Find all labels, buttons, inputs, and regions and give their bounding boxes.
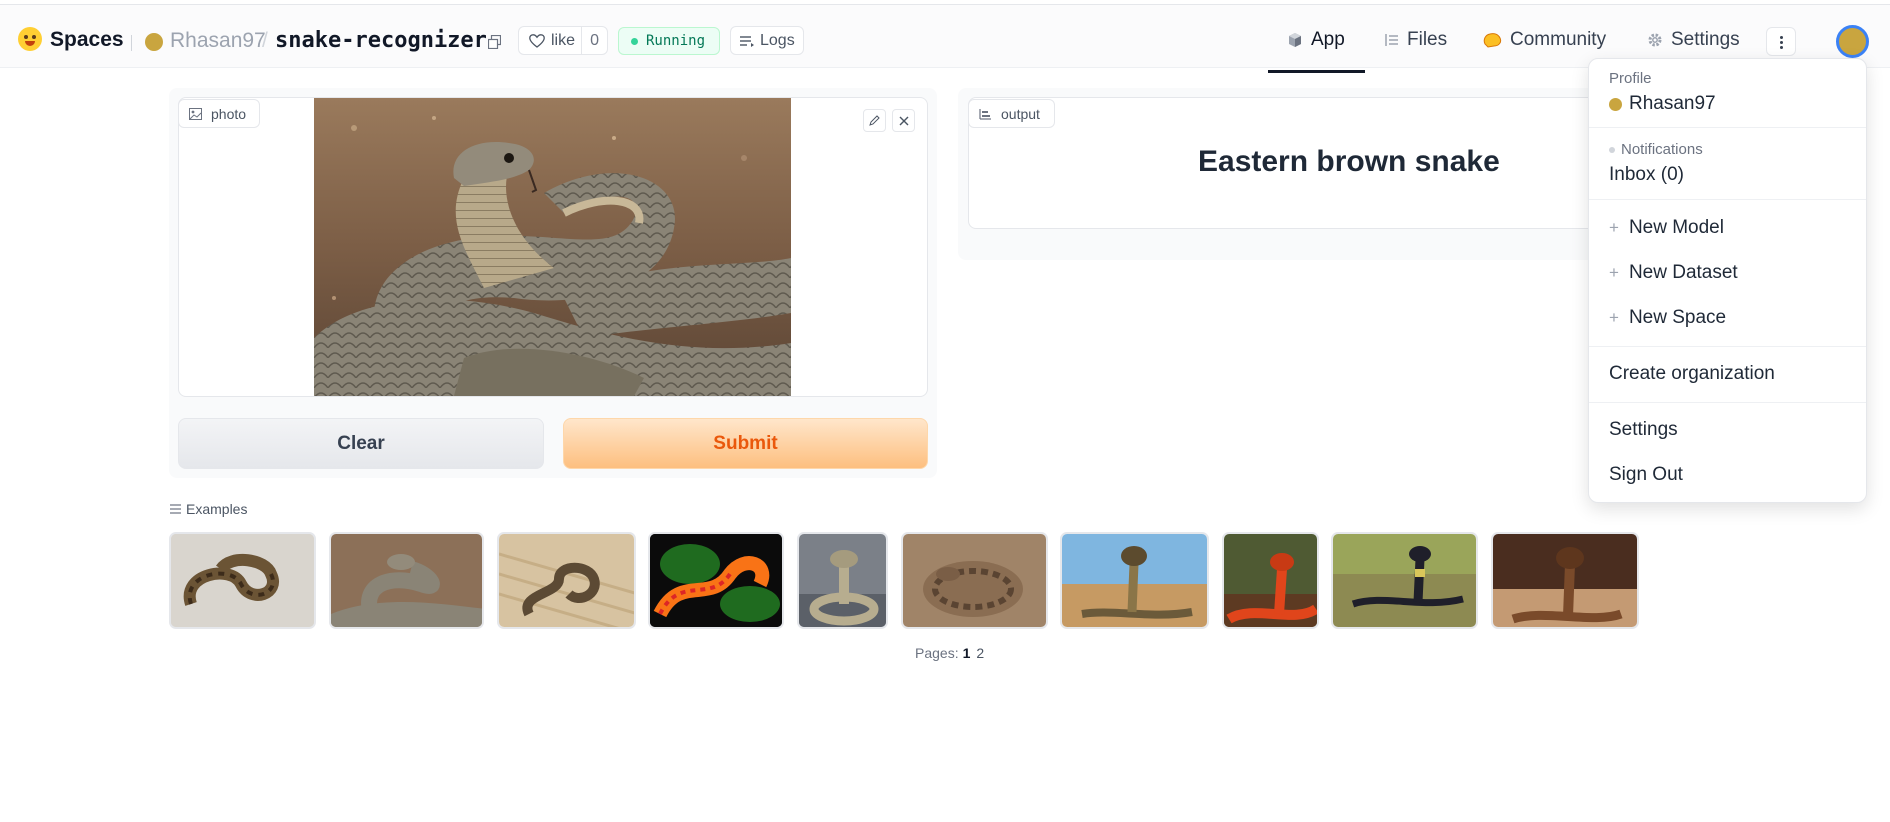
new-dataset-label: New Dataset bbox=[1628, 262, 1738, 283]
uploaded-snake-photo bbox=[314, 98, 791, 396]
user-avatar-button[interactable] bbox=[1836, 25, 1869, 58]
photo-label-chip: photo bbox=[178, 99, 260, 128]
header-divider bbox=[131, 35, 132, 51]
menu-item-inbox[interactable]: Inbox (0) bbox=[1609, 164, 1684, 186]
files-icon bbox=[1385, 34, 1398, 46]
menu-divider bbox=[1589, 127, 1866, 128]
cube-icon bbox=[1289, 33, 1301, 47]
menu-divider bbox=[1589, 346, 1866, 347]
tab-settings[interactable]: Settings bbox=[1647, 29, 1740, 51]
plus-icon: + bbox=[1609, 308, 1619, 327]
pagination: Pages: 1 2 bbox=[915, 645, 984, 661]
kebab-dot bbox=[1780, 36, 1783, 39]
label-icon bbox=[979, 108, 991, 120]
example-thumbnail[interactable] bbox=[1222, 532, 1319, 629]
heart-icon bbox=[529, 33, 545, 48]
pencil-icon bbox=[869, 115, 880, 126]
status-dot-icon bbox=[631, 37, 638, 45]
menu-item-new-dataset[interactable]: + New Dataset bbox=[1609, 262, 1738, 284]
example-thumbnail[interactable] bbox=[901, 532, 1048, 629]
tab-app[interactable]: App bbox=[1287, 29, 1345, 51]
like-label: like bbox=[551, 31, 576, 49]
new-space-label: New Space bbox=[1628, 307, 1727, 328]
notification-dot-icon bbox=[1609, 147, 1615, 154]
tab-files-label: Files bbox=[1407, 29, 1448, 50]
clear-button[interactable]: Clear bbox=[178, 418, 544, 469]
spaces-link[interactable]: Spaces bbox=[50, 28, 124, 52]
menu-item-new-space[interactable]: + New Space bbox=[1609, 307, 1726, 329]
notifications-heading: Notifications bbox=[1609, 141, 1703, 158]
example-thumbnail[interactable] bbox=[497, 532, 636, 629]
example-thumbnail[interactable] bbox=[169, 532, 316, 629]
owner-avatar[interactable] bbox=[145, 33, 163, 51]
clear-image-button[interactable] bbox=[892, 109, 915, 132]
image-icon bbox=[189, 107, 202, 120]
hugging-face-logo-icon[interactable] bbox=[18, 27, 42, 51]
example-thumbnail[interactable] bbox=[1060, 532, 1209, 629]
plus-icon: + bbox=[1609, 218, 1619, 237]
example-thumbnail[interactable] bbox=[648, 532, 784, 629]
plus-icon: + bbox=[1609, 263, 1619, 282]
page-2-link[interactable]: 2 bbox=[976, 645, 984, 661]
tab-files[interactable]: Files bbox=[1383, 29, 1447, 51]
example-thumbnail[interactable] bbox=[797, 532, 888, 629]
photo-label: photo bbox=[211, 105, 247, 122]
tab-community[interactable]: Community bbox=[1483, 29, 1606, 51]
edit-image-button[interactable] bbox=[863, 109, 886, 132]
submit-button[interactable]: Submit bbox=[563, 418, 928, 469]
close-icon bbox=[899, 116, 908, 125]
new-model-label: New Model bbox=[1628, 217, 1724, 238]
examples-label: Examples bbox=[186, 501, 248, 517]
like-button[interactable]: like 0 bbox=[518, 26, 608, 55]
menu-divider bbox=[1589, 199, 1866, 200]
status-text: Running bbox=[646, 33, 706, 49]
status-badge[interactable]: Running bbox=[618, 27, 720, 55]
example-thumbnail[interactable] bbox=[329, 532, 484, 629]
community-icon bbox=[1483, 33, 1502, 48]
menu-divider bbox=[1589, 402, 1866, 403]
menu-item-create-organization[interactable]: Create organization bbox=[1609, 363, 1775, 385]
profile-username: Rhasan97 bbox=[1629, 93, 1716, 114]
tab-app-label: App bbox=[1311, 29, 1345, 50]
example-thumbnail[interactable] bbox=[1491, 532, 1639, 629]
example-thumbnail[interactable] bbox=[1331, 532, 1478, 629]
path-separator: / bbox=[262, 29, 268, 52]
profile-avatar bbox=[1609, 97, 1622, 111]
page-1-link[interactable]: 1 bbox=[963, 645, 971, 661]
pages-label: Pages: bbox=[915, 645, 959, 661]
tab-community-label: Community bbox=[1510, 29, 1607, 50]
output-label: output bbox=[1001, 105, 1040, 122]
profile-heading: Profile bbox=[1609, 70, 1652, 87]
notifications-heading-text: Notifications bbox=[1621, 141, 1703, 158]
owner-link[interactable]: Rhasan97 bbox=[170, 29, 266, 53]
logs-label: Logs bbox=[760, 31, 795, 49]
user-menu-dropdown: Profile Rhasan97 Notifications Inbox (0)… bbox=[1588, 58, 1867, 503]
menu-item-sign-out[interactable]: Sign Out bbox=[1609, 464, 1683, 486]
kebab-dot bbox=[1780, 41, 1783, 44]
prediction-result: Eastern brown snake bbox=[1198, 145, 1500, 178]
menu-item-profile[interactable]: Rhasan97 bbox=[1609, 93, 1716, 115]
active-tab-indicator bbox=[1268, 70, 1365, 73]
like-count: 0 bbox=[581, 27, 607, 54]
tab-settings-label: Settings bbox=[1671, 29, 1740, 50]
logs-icon bbox=[740, 35, 754, 47]
copy-icon[interactable] bbox=[488, 35, 501, 49]
logs-button[interactable]: Logs bbox=[730, 26, 804, 55]
list-icon bbox=[170, 504, 181, 514]
repo-name-link[interactable]: snake-recognizer bbox=[275, 28, 487, 53]
kebab-dot bbox=[1780, 46, 1783, 49]
menu-item-new-model[interactable]: + New Model bbox=[1609, 217, 1724, 239]
gear-icon bbox=[1648, 33, 1662, 47]
examples-heading: Examples bbox=[170, 501, 247, 517]
menu-item-settings[interactable]: Settings bbox=[1609, 419, 1678, 441]
output-label-chip: output bbox=[968, 99, 1055, 128]
more-options-button[interactable] bbox=[1766, 27, 1796, 56]
